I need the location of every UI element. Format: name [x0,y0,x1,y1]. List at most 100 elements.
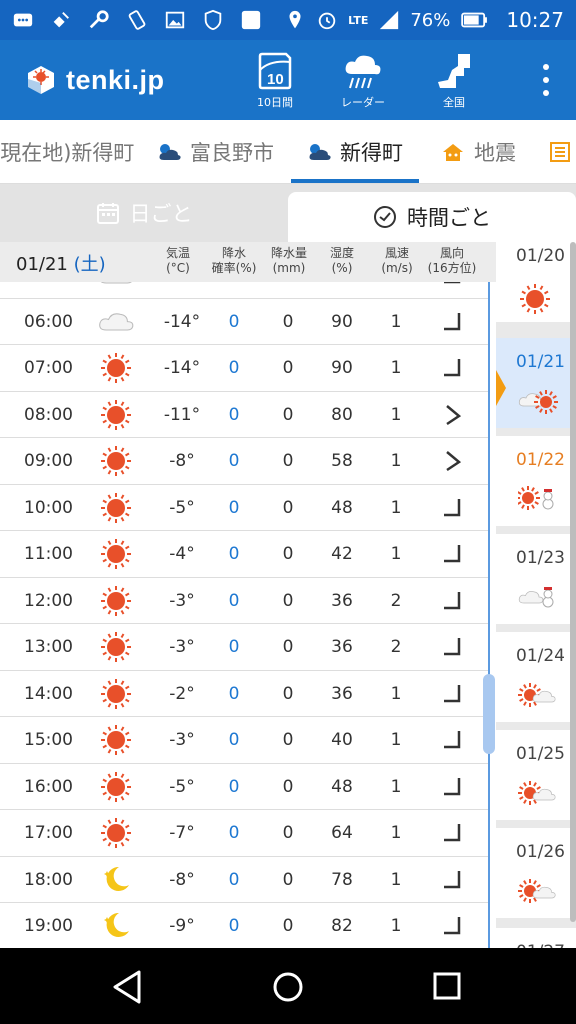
table-row: 17:00 -7° 0 0 64 1 [0,810,488,857]
row-time: 19:00 [24,916,73,936]
header-humidity-title: 湿度 [329,246,354,260]
row-humidity: 36 [331,590,353,611]
row-precip-prob: 0 [228,637,240,657]
wind-direction-icon [432,624,472,670]
row-precip-amount: 0 [282,497,294,518]
app-logo[interactable]: tenki.jp [24,63,165,97]
overflow-menu-icon[interactable] [540,64,552,96]
calendar-10-icon: 10 [258,52,292,90]
table-row: 13:00 -3° 0 0 36 2 [0,624,488,671]
tab-shintoku-label: 新得町 [340,141,403,165]
header-wind-direction: 風向 (16方位) [420,246,484,276]
row-precip-prob: 0 [228,823,240,843]
alarm-icon [318,12,336,30]
date-item[interactable]: 01/20 [496,242,576,322]
row-humidity: 36 [331,637,353,657]
selected-date-arrow [496,370,506,406]
system-icons: LTE 76% 10:27 [284,8,564,32]
page-scrollbar[interactable] [570,242,576,922]
date-item[interactable]: 01/22 [496,436,576,526]
wind-direction-icon [432,345,472,391]
row-humidity: 58 [331,451,353,471]
nationwide-button[interactable]: 全国 [419,52,489,116]
network-type-label: LTE [348,13,369,27]
row-humidity: 90 [331,311,353,332]
row-humidity: 90 [331,358,353,378]
tab-current-location[interactable]: (現在地)新得町 [0,120,134,183]
header-temperature: 気温 (°C) [152,246,204,276]
date-item[interactable]: 01/27 [496,928,576,948]
wind-direction-icon [432,810,472,856]
tab-earthquake[interactable]: 地震 [440,120,516,183]
header-precip-amount-unit: (mm) [272,261,306,275]
row-wind-speed: 1 [390,311,402,332]
active-tab-indicator [291,179,419,183]
table-date: 01/21 (土) [16,250,106,276]
tab-daily[interactable]: 日ごと [0,184,288,242]
wind-direction-icon [432,764,472,810]
row-precip-amount: 0 [282,358,294,378]
row-time: 12:00 [24,590,73,611]
row-time: 15:00 [24,730,73,750]
tab-hourly-label: 時間ごと [407,206,491,230]
date-item[interactable]: 01/24 [496,632,576,722]
recents-icon[interactable] [425,964,471,1010]
nationwide-label: 全国 [443,96,465,109]
satellite-icon [53,12,69,28]
signal-icon [380,10,399,30]
calendar-icon [96,203,119,224]
table-row: 14:00 -2° 0 0 36 1 [0,671,488,717]
tab-furano[interactable]: 富良野市 [156,120,274,183]
location-tabs: (現在地)新得町 富良野市 新得町 地震 [0,120,576,184]
table-row: 18:00 -8° 0 0 78 1 [0,857,488,903]
row-temperature: -9° [169,916,195,936]
date-item-label: 01/20 [516,246,565,266]
current-time-line [488,282,490,948]
row-humidity: 42 [331,544,353,564]
row-humidity: 80 [331,404,353,425]
date-item[interactable]: 01/23 [496,534,576,624]
row-humidity: 48 [331,497,353,518]
ten-day-label: 10日間 [257,96,293,109]
table-row: 19:00 -9° 0 0 82 1 [0,903,488,948]
table-day-of-week: (土) [73,254,106,275]
row-wind-speed: 1 [390,404,402,425]
row-precip-prob: 0 [228,776,240,797]
tab-shintoku[interactable]: 新得町 [306,120,403,183]
date-item[interactable]: 01/26 [496,828,576,918]
date-item-label: 01/26 [516,842,565,862]
row-temperature: -2° [169,683,195,704]
hourly-table[interactable]: 01/21 (土) 気温 (°C) 降水 確率(%) 降水量 (mm) 湿度 (… [0,242,496,948]
radar-button[interactable]: レーダー [328,52,398,116]
back-icon[interactable] [105,964,151,1010]
ten-day-button[interactable]: 10 10日間 [240,52,310,116]
sunny-weather-icon [96,810,136,856]
sunny-weather-icon [96,345,136,391]
cloud-sun-icon [309,144,331,160]
home-icon[interactable] [265,964,311,1010]
tab-hourly[interactable]: 時間ごと [288,192,576,242]
cloud-sun-weather-icon [518,388,558,416]
date-item[interactable]: 01/25 [496,730,576,820]
tab-list[interactable] [548,120,576,183]
table-row: 06:00 -14° 0 0 90 1 [0,299,488,345]
row-wind-speed: 2 [390,637,402,657]
sunny-weather-icon [96,438,136,484]
header-precip-amount-title: 降水量 [270,246,307,260]
row-precip-amount: 0 [282,637,294,657]
row-time: 08:00 [24,404,73,425]
date-item[interactable]: 01/21 [496,338,576,428]
app-square-icon [241,10,261,30]
row-time: 09:00 [24,451,73,471]
row-humidity: 78 [331,869,353,890]
date-item-label: 01/23 [516,548,565,568]
tenki-logo-icon [28,66,54,94]
row-time: 18:00 [24,869,73,890]
row-precip-amount: 0 [282,823,294,843]
table-scrollbar[interactable] [483,674,495,754]
date-item-label: 01/24 [516,646,565,666]
row-temperature: -3° [169,730,195,750]
row-precip-amount: 0 [282,404,294,425]
header-precip-prob: 降水 確率(%) [204,246,264,276]
list-icon [550,142,570,162]
